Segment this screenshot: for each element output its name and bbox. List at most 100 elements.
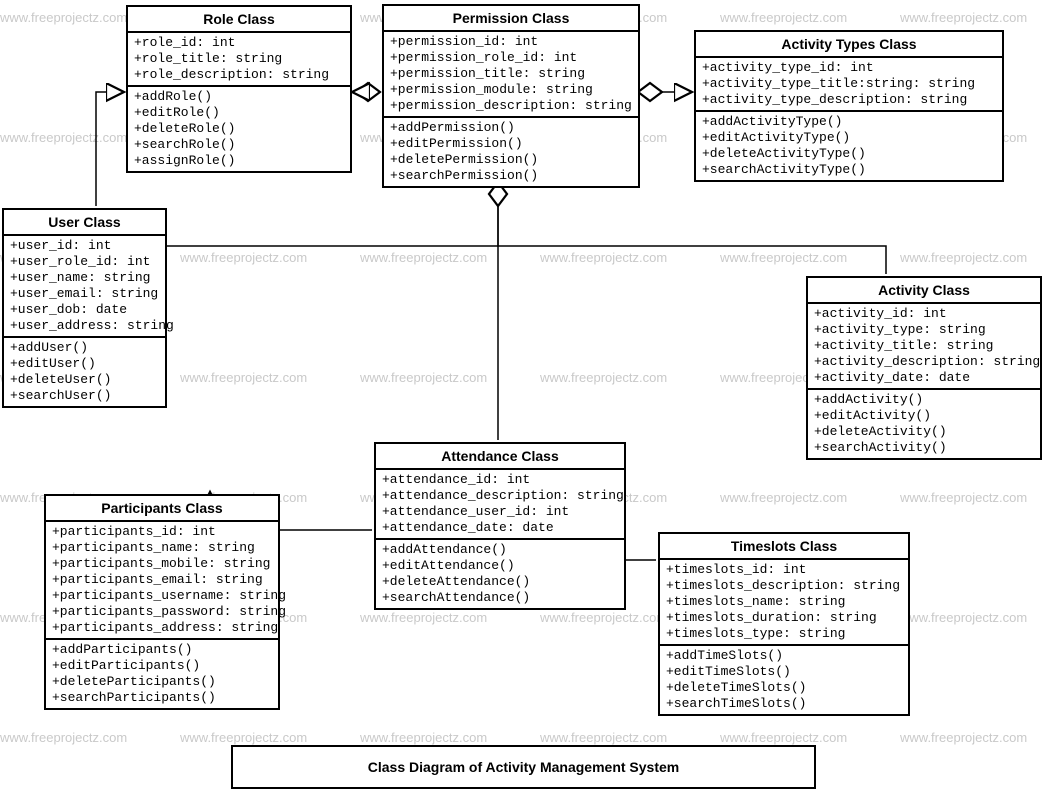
op-row: +searchActivity() <box>814 440 1034 456</box>
watermark: www.freeprojectz.com <box>540 610 667 625</box>
op-row: +editTimeSlots() <box>666 664 902 680</box>
attr-row: +user_id: int <box>10 238 159 254</box>
op-row: +addRole() <box>134 89 344 105</box>
op-row: +addAttendance() <box>382 542 618 558</box>
op-row: +deleteActivity() <box>814 424 1034 440</box>
class-attrs: +user_id: int+user_role_id: int+user_nam… <box>4 236 165 338</box>
op-row: +editAttendance() <box>382 558 618 574</box>
op-row: +searchTimeSlots() <box>666 696 902 712</box>
attr-row: +permission_module: string <box>390 82 632 98</box>
class-attrs: +attendance_id: int+attendance_descripti… <box>376 470 624 540</box>
attr-row: +user_address: string <box>10 318 159 334</box>
op-row: +deleteTimeSlots() <box>666 680 902 696</box>
watermark: www.freeprojectz.com <box>720 730 847 745</box>
class-role: Role Class+role_id: int+role_title: stri… <box>126 5 352 173</box>
op-row: +searchRole() <box>134 137 344 153</box>
attr-row: +activity_type_title:string: string <box>702 76 996 92</box>
attr-row: +timeslots_duration: string <box>666 610 902 626</box>
op-row: +searchAttendance() <box>382 590 618 606</box>
op-row: +addActivityType() <box>702 114 996 130</box>
watermark: www.freeprojectz.com <box>360 610 487 625</box>
class-attrs: +activity_type_id: int+activity_type_tit… <box>696 58 1002 112</box>
op-row: +editPermission() <box>390 136 632 152</box>
attr-row: +permission_role_id: int <box>390 50 632 66</box>
attr-row: +attendance_description: string <box>382 488 618 504</box>
class-title: Participants Class <box>46 496 278 522</box>
op-row: +editUser() <box>10 356 159 372</box>
watermark: www.freeprojectz.com <box>180 370 307 385</box>
op-row: +searchUser() <box>10 388 159 404</box>
op-row: +searchParticipants() <box>52 690 272 706</box>
attr-row: +timeslots_name: string <box>666 594 902 610</box>
op-row: +assignRole() <box>134 153 344 169</box>
watermark: www.freeprojectz.com <box>180 730 307 745</box>
op-row: +addActivity() <box>814 392 1034 408</box>
attr-row: +participants_mobile: string <box>52 556 272 572</box>
watermark: www.freeprojectz.com <box>900 10 1027 25</box>
diagram-title: Class Diagram of Activity Management Sys… <box>231 745 816 789</box>
class-title: Attendance Class <box>376 444 624 470</box>
watermark: www.freeprojectz.com <box>540 730 667 745</box>
watermark: www.freeprojectz.com <box>360 370 487 385</box>
class-attrs: +permission_id: int+permission_role_id: … <box>384 32 638 118</box>
class-ops: +addParticipants()+editParticipants()+de… <box>46 640 278 708</box>
class-activity: Activity Class+activity_id: int+activity… <box>806 276 1042 460</box>
class-title: Permission Class <box>384 6 638 32</box>
watermark: www.freeprojectz.com <box>720 10 847 25</box>
class-title: Activity Class <box>808 278 1040 304</box>
attr-row: +activity_type_id: int <box>702 60 996 76</box>
attr-row: +role_title: string <box>134 51 344 67</box>
class-ops: +addPermission()+editPermission()+delete… <box>384 118 638 186</box>
attr-row: +participants_username: string <box>52 588 272 604</box>
watermark: www.freeprojectz.com <box>900 730 1027 745</box>
class-attrs: +role_id: int+role_title: string+role_de… <box>128 33 350 87</box>
watermark: www.freeprojectz.com <box>720 490 847 505</box>
attr-row: +user_email: string <box>10 286 159 302</box>
class-ops: +addRole()+editRole()+deleteRole()+searc… <box>128 87 350 171</box>
watermark: www.freeprojectz.com <box>0 130 127 145</box>
class-attendance: Attendance Class+attendance_id: int+atte… <box>374 442 626 610</box>
attr-row: +participants_id: int <box>52 524 272 540</box>
class-ops: +addAttendance()+editAttendance()+delete… <box>376 540 624 608</box>
watermark: www.freeprojectz.com <box>540 250 667 265</box>
op-row: +editParticipants() <box>52 658 272 674</box>
watermark: www.freeprojectz.com <box>720 250 847 265</box>
attr-row: +user_dob: date <box>10 302 159 318</box>
op-row: +addUser() <box>10 340 159 356</box>
op-row: +editActivityType() <box>702 130 996 146</box>
attr-row: +participants_address: string <box>52 620 272 636</box>
attr-row: +attendance_date: date <box>382 520 618 536</box>
class-permission: Permission Class+permission_id: int+perm… <box>382 4 640 188</box>
op-row: +addParticipants() <box>52 642 272 658</box>
op-row: +searchActivityType() <box>702 162 996 178</box>
attr-row: +user_name: string <box>10 270 159 286</box>
op-row: +deleteAttendance() <box>382 574 618 590</box>
attr-row: +attendance_id: int <box>382 472 618 488</box>
watermark: www.freeprojectz.com <box>0 730 127 745</box>
class-participants: Participants Class +participants_id: int +… <box>44 494 280 710</box>
watermark: www.freeprojectz.com <box>360 730 487 745</box>
class-attrs: +activity_id: int+activity_type: string +… <box>808 304 1040 390</box>
op-row: +addPermission() <box>390 120 632 136</box>
class-title: Activity Types Class <box>696 32 1002 58</box>
op-row: +editRole() <box>134 105 344 121</box>
watermark: www.freeprojectz.com <box>180 250 307 265</box>
op-row: +deleteUser() <box>10 372 159 388</box>
watermark: www.freeprojectz.com <box>0 10 127 25</box>
attr-row: +activity_description: string <box>814 354 1034 370</box>
op-row: +deletePermission() <box>390 152 632 168</box>
attr-row: +timeslots_description: string <box>666 578 902 594</box>
attr-row: +activity_type: string <box>814 322 1034 338</box>
op-row: +addTimeSlots() <box>666 648 902 664</box>
attr-row: +activity_id: int <box>814 306 1034 322</box>
attr-row: +participants_email: string <box>52 572 272 588</box>
class-ops: +addTimeSlots()+editTimeSlots()+deleteTi… <box>660 646 908 714</box>
class-title: Role Class <box>128 7 350 33</box>
class-activity_types: Activity Types Class+activity_type_id: i… <box>694 30 1004 182</box>
class-user: User Class+user_id: int+user_role_id: in… <box>2 208 167 408</box>
attr-row: +role_id: int <box>134 35 344 51</box>
op-row: +deleteParticipants() <box>52 674 272 690</box>
watermark: www.freeprojectz.com <box>900 490 1027 505</box>
attr-row: +user_role_id: int <box>10 254 159 270</box>
attr-row: +timeslots_id: int <box>666 562 902 578</box>
